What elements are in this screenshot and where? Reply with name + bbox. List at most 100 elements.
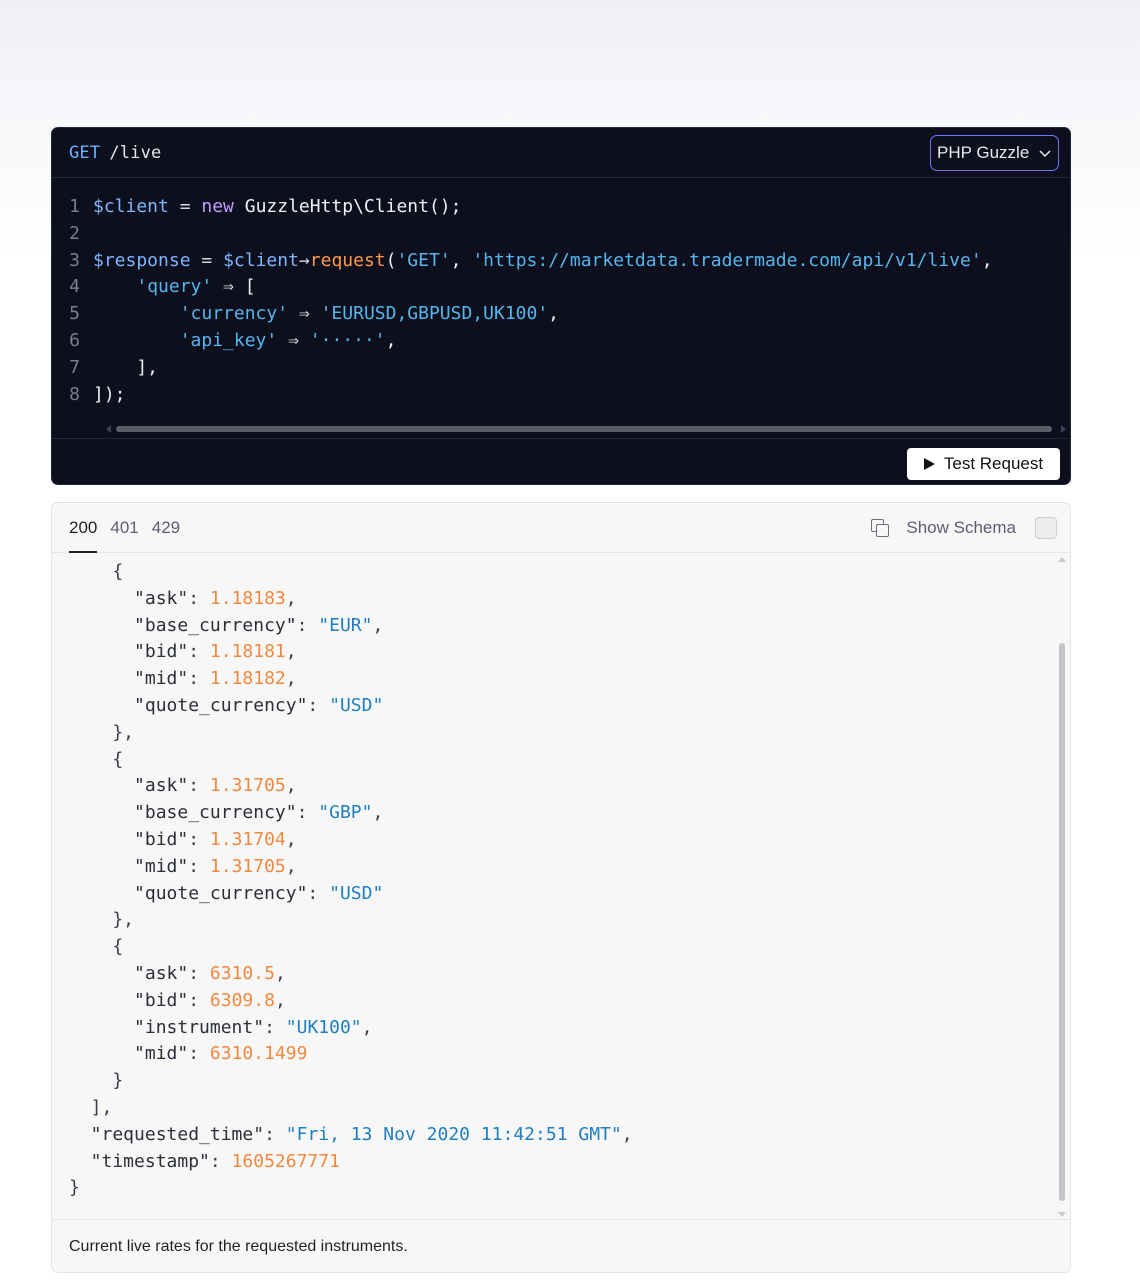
code-token: 'currency'	[179, 303, 289, 325]
response-panel: 200 401 429 Show Schema { "ask": 1.18183, …	[51, 502, 1071, 1273]
code-line: 4 'query' ⇒ [	[52, 274, 1070, 301]
json-token: ,	[372, 802, 384, 824]
horizontal-scrollbar[interactable]	[106, 424, 1066, 434]
copy-icon[interactable]	[871, 518, 890, 537]
code-line: 5 'currency' ⇒ 'EURUSD,GBPUSD,UK100',	[52, 301, 1070, 328]
code-token: ],	[93, 356, 159, 378]
json-line: "base_currency": "EUR",	[69, 613, 1050, 640]
json-token: :	[188, 855, 210, 877]
code-content: ],	[93, 355, 158, 382]
code-token: 'EURUSD,GBPUSD,UK100'	[320, 303, 549, 325]
json-token: "USD"	[329, 694, 384, 716]
json-token: :	[296, 802, 319, 824]
tab-401[interactable]: 401	[110, 503, 138, 552]
json-token: {	[69, 748, 124, 770]
code-line: 7 ],	[52, 355, 1070, 382]
json-token: :	[188, 775, 210, 797]
json-token: :	[264, 1016, 286, 1038]
scroll-up-icon[interactable]	[1058, 557, 1066, 562]
json-line: },	[69, 720, 1050, 747]
code-line: 3 $response = $client→request('GET', 'htt…	[52, 248, 1070, 275]
request-panel: GET/live PHP Guzzle 1 $client = new Guzzl…	[51, 127, 1071, 485]
code-line: 2	[52, 221, 1070, 248]
test-request-button[interactable]: Test Request	[907, 448, 1060, 480]
json-token: "USD"	[329, 882, 384, 904]
scrollbar-thumb[interactable]	[1059, 643, 1065, 1201]
json-token: "timestamp"	[69, 1150, 210, 1172]
json-token: :	[296, 614, 319, 636]
line-number: 7	[69, 356, 80, 378]
json-token: },	[69, 721, 135, 743]
json-token: "quote_currency"	[69, 694, 308, 716]
json-token: 1.31705	[209, 775, 286, 797]
line-number: 6	[69, 329, 80, 351]
json-line: }	[69, 1068, 1050, 1095]
json-line: "bid": 1.31704,	[69, 827, 1050, 854]
json-token: 1.31705	[209, 855, 286, 877]
scrollbar-thumb[interactable]	[116, 426, 1052, 432]
json-token: ,	[285, 668, 297, 690]
code-token: ,	[981, 249, 993, 271]
line-number: 4	[69, 276, 80, 298]
json-token: 1.31704	[209, 828, 286, 850]
code-token: ,	[548, 303, 560, 325]
chevron-down-icon	[1039, 149, 1051, 157]
json-token: },	[69, 909, 135, 931]
tab-200[interactable]: 200	[69, 503, 98, 553]
json-line: {	[69, 934, 1050, 961]
status-tabs: 200 401 429	[69, 503, 180, 553]
json-token: }	[69, 1070, 124, 1092]
code-editor[interactable]: 1 $client = new GuzzleHttp\Client(); 2 3 $re…	[52, 194, 1070, 408]
json-token: ,	[361, 1016, 373, 1038]
json-token: {	[69, 561, 124, 582]
code-token: ⇒	[288, 303, 321, 325]
code-token: $client	[223, 249, 299, 271]
json-line: "quote_currency": "USD"	[69, 693, 1050, 720]
code-token: $client	[93, 196, 169, 217]
show-schema-checkbox[interactable]	[1035, 516, 1057, 539]
json-line: "ask": 6310.5,	[69, 961, 1050, 988]
endpoint-path: /live	[109, 142, 162, 163]
line-number: 8	[69, 383, 80, 405]
json-line: ],	[69, 1095, 1050, 1122]
json-token: :	[188, 1043, 210, 1065]
scroll-left-icon[interactable]	[106, 425, 111, 433]
json-token: "bid"	[69, 641, 189, 663]
json-token: :	[188, 962, 210, 984]
code-line: 6 'api_key' ⇒ '·····',	[52, 328, 1070, 355]
code-content: 'currency' ⇒ 'EURUSD,GBPUSD,UK100',	[93, 301, 559, 328]
json-token: ,	[621, 1123, 633, 1145]
play-icon	[923, 458, 935, 470]
code-token: 'GET'	[396, 249, 451, 271]
scroll-down-icon[interactable]	[1058, 1212, 1066, 1217]
tab-429[interactable]: 429	[152, 503, 180, 552]
json-token: :	[188, 828, 210, 850]
code-token: ⇒	[212, 276, 245, 298]
json-token: 1.18181	[209, 641, 286, 663]
code-token: request	[309, 249, 386, 271]
json-token: ,	[372, 614, 384, 636]
code-token: ,	[385, 329, 397, 351]
json-token: "mid"	[69, 1043, 189, 1065]
json-token: "base_currency"	[69, 614, 297, 636]
json-line: "timestamp": 1605267771	[69, 1149, 1050, 1176]
language-select[interactable]: PHP Guzzle	[930, 134, 1059, 171]
code-token: ]);	[93, 383, 126, 405]
json-token: 1.18183	[209, 587, 286, 609]
json-token: ,	[285, 828, 297, 850]
request-footer: Test Request	[52, 438, 1070, 484]
response-body[interactable]: { "ask": 1.18183, "base_currency": "EUR"…	[69, 559, 1050, 1202]
json-token: ,	[274, 989, 286, 1011]
json-token: ,	[285, 641, 297, 663]
code-content: $response = $client→request('GET', 'http…	[93, 248, 993, 275]
json-token: "ask"	[69, 775, 189, 797]
json-token: :	[188, 668, 210, 690]
code-token: [	[244, 276, 256, 298]
json-token: ],	[69, 1096, 113, 1118]
vertical-scrollbar[interactable]	[1055, 553, 1069, 1219]
json-token: :	[307, 882, 330, 904]
json-line: {	[69, 559, 1050, 586]
scroll-right-icon[interactable]	[1061, 425, 1066, 433]
